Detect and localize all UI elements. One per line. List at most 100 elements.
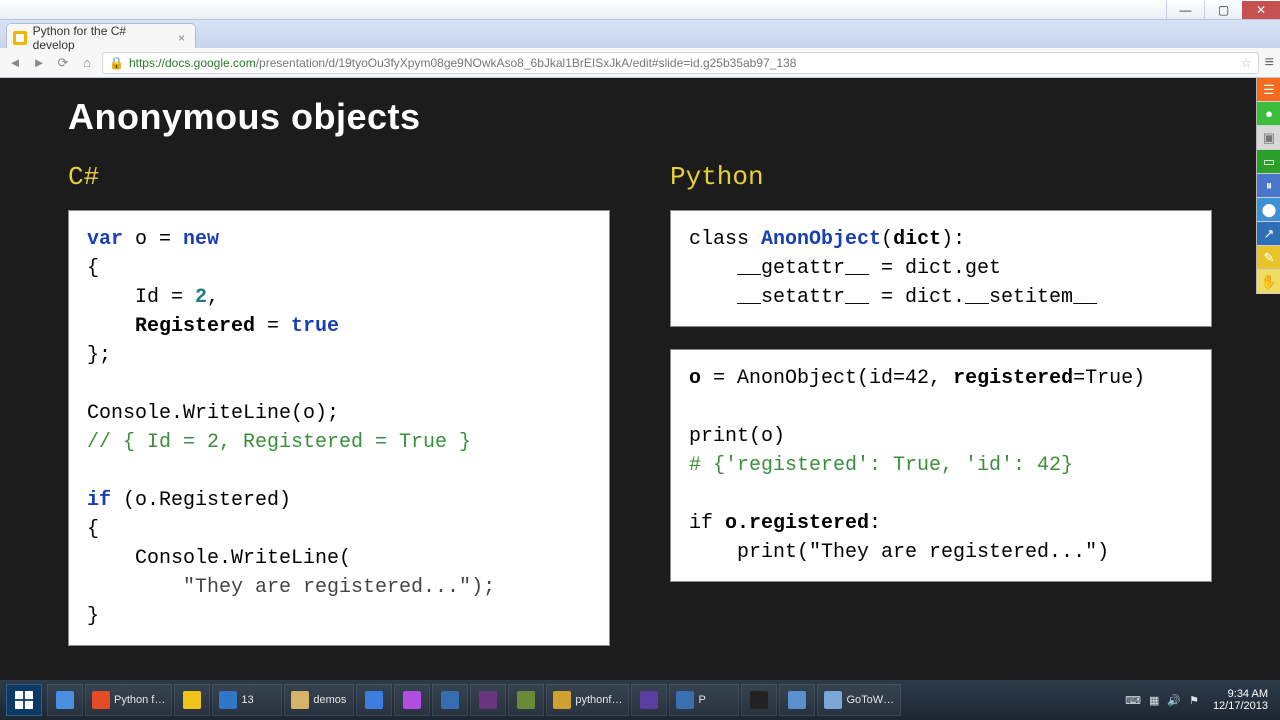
taskbar-app-button[interactable] xyxy=(741,684,777,716)
code-token: true xyxy=(291,315,339,338)
code-line: Console.WriteLine(o); xyxy=(87,402,339,425)
taskbar-app-button[interactable] xyxy=(508,684,544,716)
tray-volume-icon[interactable]: 🔊 xyxy=(1167,694,1181,707)
taskbar-app-button[interactable] xyxy=(432,684,468,716)
toolbar-hand-icon[interactable]: ✋ xyxy=(1257,270,1280,294)
csharp-heading: C# xyxy=(68,162,610,192)
page-viewport: Anonymous objects C# var o = new { Id = … xyxy=(0,78,1280,680)
window-minimize-button[interactable]: — xyxy=(1166,1,1204,19)
start-button[interactable] xyxy=(6,684,42,716)
nav-forward-icon[interactable]: ► xyxy=(30,55,48,70)
toolbar-collapse-icon[interactable]: ☰ xyxy=(1257,78,1280,102)
taskbar-app-icon xyxy=(183,691,201,709)
url-host: https://docs.google.com xyxy=(129,56,256,70)
taskbar-app-icon xyxy=(788,691,806,709)
browser-tab[interactable]: Python for the C# develop × xyxy=(6,23,196,48)
tray-flag-icon[interactable]: ⚑ xyxy=(1189,694,1199,707)
taskbar-app-icon xyxy=(824,691,842,709)
bookmark-star-icon[interactable]: ☆ xyxy=(1241,56,1252,70)
taskbar-app-button[interactable] xyxy=(356,684,392,716)
taskbar-app-icon xyxy=(291,691,309,709)
taskbar-app-button[interactable] xyxy=(47,684,83,716)
toolbar-mic-icon[interactable]: ● xyxy=(1257,102,1280,126)
nav-home-icon[interactable]: ⌂ xyxy=(78,55,96,70)
taskbar-app-icon xyxy=(56,691,74,709)
taskbar-app-button[interactable] xyxy=(631,684,667,716)
taskbar-app-button[interactable] xyxy=(394,684,430,716)
code-token: AnonObject xyxy=(761,228,881,251)
code-token: Id = xyxy=(87,286,195,309)
code-token: dict xyxy=(893,228,941,251)
tray-network-icon[interactable]: ▦ xyxy=(1149,694,1159,707)
code-token: o xyxy=(689,367,701,390)
toolbar-webcam-icon[interactable]: ⬤ xyxy=(1257,198,1280,222)
code-line: } xyxy=(87,605,99,628)
taskbar-app-button[interactable] xyxy=(779,684,815,716)
code-token: =True) xyxy=(1073,367,1145,390)
toolbar-pointer-icon[interactable]: ↗ xyxy=(1257,222,1280,246)
taskbar-app-button[interactable]: 13 xyxy=(212,684,282,716)
code-line: __getattr__ = dict.get xyxy=(689,257,1001,280)
lock-icon: 🔒 xyxy=(109,56,124,70)
windows-logo-icon xyxy=(15,691,33,709)
python-codebox-1: class AnonObject(dict): __getattr__ = di… xyxy=(670,210,1212,327)
taskbar-app-button[interactable]: GoToW… xyxy=(817,684,901,716)
code-token: var xyxy=(87,228,123,251)
taskbar-app-icon xyxy=(92,691,110,709)
address-bar[interactable]: 🔒 https://docs.google.com/presentation/d… xyxy=(102,52,1259,74)
browser-tabstrip: Python for the C# develop × xyxy=(0,20,1280,48)
taskbar-app-button[interactable]: P xyxy=(669,684,739,716)
code-token: Registered xyxy=(87,315,255,338)
taskbar-app-icon xyxy=(750,691,768,709)
tray-keyboard-icon[interactable]: ⌨ xyxy=(1125,694,1141,707)
tab-close-icon[interactable]: × xyxy=(178,31,185,45)
code-line: }; xyxy=(87,344,111,367)
taskbar-app-button[interactable] xyxy=(470,684,506,716)
toolbar-pause-icon[interactable]: ⏸ xyxy=(1257,174,1280,198)
code-token: = AnonObject(id=42, xyxy=(701,367,953,390)
nav-reload-icon[interactable]: ⟳ xyxy=(54,55,72,71)
window-maximize-button[interactable]: ▢ xyxy=(1204,1,1242,19)
chrome-menu-icon[interactable]: ≡ xyxy=(1265,54,1274,72)
clock-time: 9:34 AM xyxy=(1213,688,1268,700)
code-comment: # {'registered': True, 'id': 42} xyxy=(689,454,1073,477)
code-token: 2 xyxy=(195,286,207,309)
code-line: Console.WriteLine( xyxy=(87,547,351,570)
tab-title: Python for the C# develop xyxy=(33,24,168,52)
taskbar-app-icon xyxy=(640,691,658,709)
taskbar-app-icon xyxy=(553,691,571,709)
taskbar-app-button[interactable]: pythonf… xyxy=(546,684,629,716)
url-path: /presentation/d/19tyoOu3fyXpym08ge9NOwkA… xyxy=(256,56,797,70)
taskbar-app-label: 13 xyxy=(241,694,253,706)
code-token: ): xyxy=(941,228,965,251)
code-line: print(o) xyxy=(689,425,785,448)
system-tray[interactable]: ⌨ ▦ 🔊 ⚑ xyxy=(1117,694,1207,707)
toolbar-draw-icon[interactable]: ✎ xyxy=(1257,246,1280,270)
code-token: (o.Registered) xyxy=(111,489,291,512)
code-token: new xyxy=(183,228,219,251)
taskbar-app-icon xyxy=(517,691,535,709)
code-line: { xyxy=(87,257,99,280)
code-token: if xyxy=(87,489,111,512)
window-close-button[interactable]: ✕ xyxy=(1242,1,1280,19)
toolbar-screen-icon[interactable]: ▣ xyxy=(1257,126,1280,150)
taskbar-app-icon xyxy=(441,691,459,709)
code-token: o = xyxy=(123,228,183,251)
code-token: registered xyxy=(953,367,1073,390)
window-titlebar: — ▢ ✕ xyxy=(0,0,1280,20)
code-line: __setattr__ = dict.__setitem__ xyxy=(689,286,1097,309)
code-token: ( xyxy=(881,228,893,251)
slide-title: Anonymous objects xyxy=(68,96,1212,138)
taskbar-app-button[interactable]: demos xyxy=(284,684,354,716)
taskbar-app-label: GoToW… xyxy=(846,694,894,706)
windows-taskbar: Python f…13demospythonf…PGoToW… ⌨ ▦ 🔊 ⚑ … xyxy=(0,680,1280,720)
nav-back-icon[interactable]: ◄ xyxy=(6,55,24,70)
csharp-codebox: var o = new { Id = 2, Registered = true … xyxy=(68,210,610,646)
csharp-column: C# var o = new { Id = 2, Registered = tr… xyxy=(68,162,610,668)
taskbar-app-icon xyxy=(403,691,421,709)
toolbar-share-icon[interactable]: ▭ xyxy=(1257,150,1280,174)
slides-favicon-icon xyxy=(13,31,27,45)
taskbar-app-button[interactable] xyxy=(174,684,210,716)
taskbar-clock[interactable]: 9:34 AM 12/17/2013 xyxy=(1207,688,1274,712)
taskbar-app-button[interactable]: Python f… xyxy=(85,684,172,716)
